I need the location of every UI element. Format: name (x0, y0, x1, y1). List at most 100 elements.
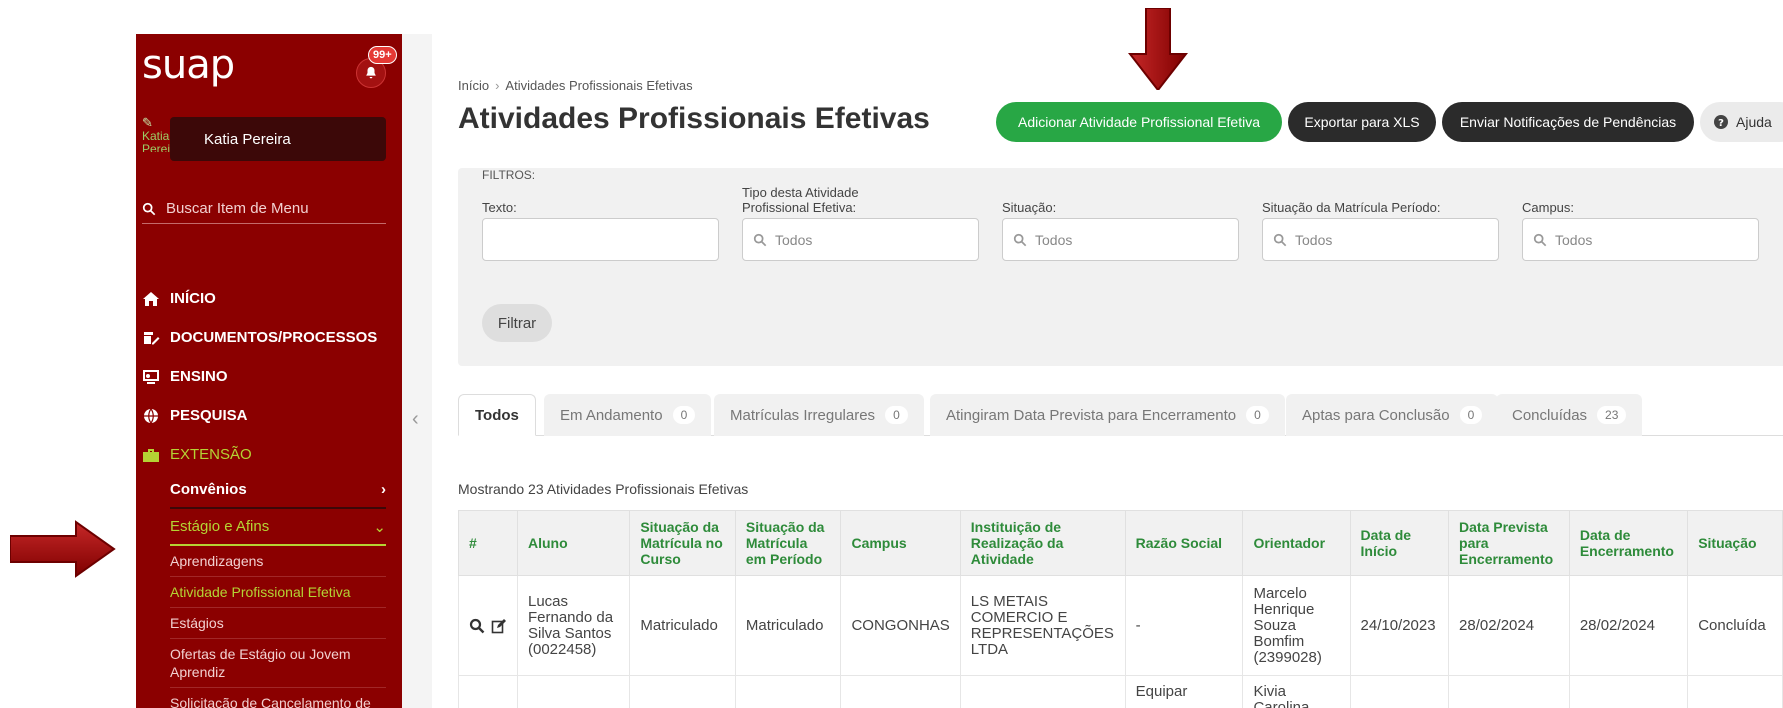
add-activity-button[interactable]: Adicionar Atividade Profissional Efetiva (996, 102, 1282, 142)
cell-data-encerramento: 28/02/2024 (1568, 575, 1689, 676)
tab-count: 0 (672, 406, 696, 424)
table-row: Lucas Fernando da Silva Santos (0022458)… (458, 575, 1783, 676)
filter-texto: Texto: (482, 186, 719, 261)
cell-orientador: Kivia Carolina (1242, 675, 1351, 708)
menu-item-inicio[interactable]: INÍCIO (142, 279, 386, 318)
cell-campus (840, 675, 961, 708)
table-header[interactable]: Orientador (1242, 510, 1351, 576)
table-header[interactable]: Situação da Matrícula no Curso (629, 510, 736, 576)
search-icon (142, 202, 156, 215)
cell-situacao (1687, 675, 1783, 708)
menu-item-documentos[interactable]: DOCUMENTOS/PROCESSOS (142, 318, 386, 357)
send-notifications-button[interactable]: Enviar Notificações de Pendências (1442, 102, 1694, 142)
export-xls-button[interactable]: Exportar para XLS (1288, 102, 1436, 142)
submenu-item-aprendizagens[interactable]: Aprendizagens (170, 546, 386, 577)
table-header[interactable]: Situação (1687, 510, 1783, 576)
sidebar-collapse-strip (402, 34, 432, 708)
breadcrumb-home[interactable]: Início (458, 78, 489, 93)
document-edit-icon (144, 331, 160, 344)
tab-aptas-conclusao[interactable]: Aptas para Conclusão 0 (1286, 394, 1499, 436)
table-header[interactable]: Data de Encerramento (1568, 510, 1689, 576)
cell-situacao-periodo (734, 675, 842, 708)
cell-aluno: Lucas Fernando da Silva Santos (0022458) (516, 575, 631, 676)
cell-data-inicio: 24/10/2023 (1349, 575, 1450, 676)
tabs-bar: Todos Em Andamento 0 Matrículas Irregular… (458, 394, 1783, 436)
row-actions (458, 575, 518, 676)
user-name-box[interactable]: Katia Pereira (170, 117, 386, 161)
help-button[interactable]: ? Ajuda (1700, 102, 1783, 142)
filter-situacao-matricula: Situação da Matrícula Período: Todos (1262, 186, 1499, 261)
menu-search-placeholder: Buscar Item de Menu (166, 200, 309, 217)
tab-count: 0 (885, 406, 908, 424)
cell-situacao-curso: Matriculado (629, 575, 736, 676)
menu-item-ensino[interactable]: ENSINO (142, 357, 386, 396)
table-header-row: # Aluno Situação da Matrícula no Curso S… (458, 510, 1783, 576)
cell-situacao: Concluída (1687, 575, 1783, 676)
table-row: Equipar Kivia Carolina (458, 675, 1783, 708)
tab-em-andamento[interactable]: Em Andamento 0 (544, 394, 712, 436)
filter-tipo: Tipo desta Atividade Profissional Efetiv… (742, 185, 979, 261)
tab-count: 0 (1246, 406, 1269, 424)
cell-razao-social: Equipar (1124, 675, 1244, 708)
submenu-item-solicitacao[interactable]: Solicitação de Cancelamento de Encerrame… (170, 688, 386, 708)
filter-texto-input[interactable] (482, 218, 719, 261)
breadcrumb: Início › Atividades Profissionais Efetivas (458, 78, 693, 93)
view-search-icon[interactable] (469, 618, 485, 634)
collapse-sidebar-chevron-icon[interactable]: ‹ (412, 408, 419, 431)
search-icon (1013, 233, 1027, 246)
breadcrumb-current: Atividades Profissionais Efetivas (505, 78, 693, 93)
submenu-item-estagios[interactable]: Estágios (170, 608, 386, 639)
annotation-arrow-right-icon (10, 520, 116, 578)
submenu-item-atividade-profissional[interactable]: Atividade Profissional Efetiva (170, 577, 386, 608)
bell-icon (366, 66, 376, 79)
tab-concluidas[interactable]: Concluídas 23 (1496, 394, 1643, 436)
submenu-convenios[interactable]: Convênios › (170, 472, 386, 509)
cell-data-prevista (1448, 675, 1570, 708)
chevron-right-icon: › (381, 481, 386, 498)
question-circle-icon: ? (1714, 115, 1728, 129)
svg-text:?: ? (1718, 118, 1724, 129)
row-actions (458, 675, 518, 708)
cell-data-inicio (1349, 675, 1450, 708)
table-header[interactable]: Situação da Matrícula em Período (734, 510, 842, 576)
tab-matriculas-irregulares[interactable]: Matrículas Irregulares 0 (714, 394, 924, 436)
filter-submit-button[interactable]: Filtrar (482, 304, 552, 342)
breadcrumb-separator-icon: › (495, 78, 500, 93)
cell-instituicao (959, 675, 1126, 708)
table-header[interactable]: Data de Início (1349, 510, 1450, 576)
results-count-text: Mostrando 23 Atividades Profissionais Ef… (458, 481, 749, 497)
filter-situacao: Situação: Todos (1002, 186, 1239, 261)
tab-todos[interactable]: Todos (458, 394, 536, 436)
sidebar: suap 99+ ✎ Katia Pereir Katia Pereira Bus… (136, 34, 402, 708)
cell-situacao-periodo: Matriculado (734, 575, 842, 676)
table-header[interactable]: Razão Social (1124, 510, 1244, 576)
page-title: Atividades Profissionais Efetivas (458, 102, 930, 135)
suap-logo[interactable]: suap (142, 42, 235, 88)
filter-situacao-matricula-label: Situação da Matrícula Período: (1262, 200, 1441, 215)
tab-atingiram-data[interactable]: Atingiram Data Prevista para Encerrament… (930, 394, 1285, 436)
table-header[interactable]: Aluno (516, 510, 631, 576)
menu-search-input[interactable]: Buscar Item de Menu (142, 194, 386, 224)
submenu-item-ofertas[interactable]: Ofertas de Estágio ou Jovem Aprendiz (170, 639, 386, 688)
filter-situacao-matricula-select[interactable]: Todos (1262, 218, 1499, 261)
table-header[interactable]: Campus (840, 510, 961, 576)
submenu-estagio[interactable]: Estágio e Afins ⌄ (170, 509, 386, 546)
cell-campus: CONGONHAS (840, 575, 961, 676)
filter-campus-label: Campus: (1522, 200, 1575, 215)
cell-razao-social: - (1124, 575, 1244, 676)
cell-situacao-curso (629, 675, 736, 708)
globe-icon (144, 408, 158, 423)
filter-campus-select[interactable]: Todos (1522, 218, 1759, 261)
tab-count: 23 (1597, 406, 1627, 424)
table-header[interactable]: Instituição de Realização da Atividade (959, 510, 1126, 576)
filter-tipo-select[interactable]: Todos (742, 218, 979, 261)
cell-data-prevista: 28/02/2024 (1448, 575, 1570, 676)
edit-icon[interactable] (491, 618, 507, 634)
menu-item-pesquisa[interactable]: PESQUISA (142, 396, 386, 435)
filters-label: FILTROS: (482, 168, 536, 182)
table-header[interactable]: Data Prevista para Encerramento (1448, 510, 1570, 576)
user-name: Katia Pereira (204, 130, 291, 148)
menu-item-extensao[interactable]: EXTENSÃO (142, 435, 386, 474)
cell-instituicao: LS METAIS COMERCIO E REPRESENTAÇÕES LTDA (959, 575, 1126, 676)
filter-situacao-select[interactable]: Todos (1002, 218, 1239, 261)
